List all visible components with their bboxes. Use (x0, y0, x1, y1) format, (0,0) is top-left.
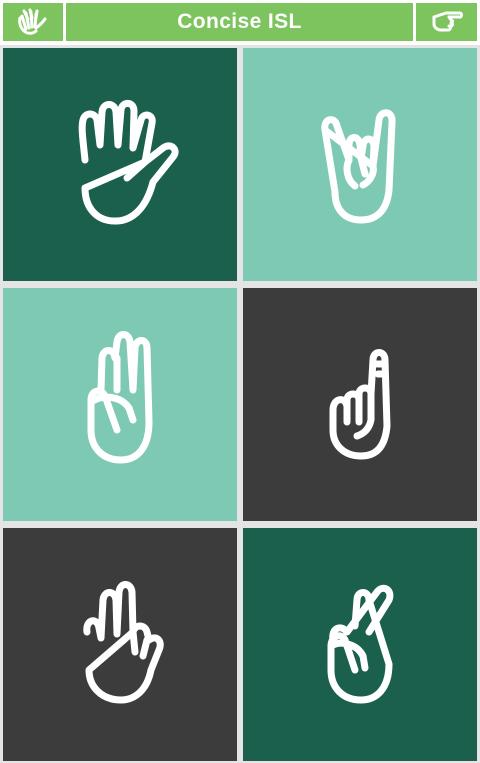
app-title-bar: Concise ISL (66, 3, 413, 41)
sign-tile-open-hand[interactable] (3, 48, 237, 281)
pinky-fist-hand-icon (329, 348, 391, 459)
pointing-hand-icon (432, 11, 463, 32)
two-fingers-hand-icon (83, 580, 164, 703)
sign-tile-pinky-up[interactable] (243, 48, 477, 281)
app-title: Concise ISL (177, 10, 302, 33)
app-screen: Concise ISL (0, 0, 480, 763)
sign-tile-pinky-fist[interactable] (243, 288, 477, 521)
sign-grid (3, 48, 477, 761)
sign-tile-three-fingers[interactable] (3, 288, 237, 521)
three-fingers-hand-icon (87, 330, 153, 463)
sign-tile-crossed-fingers[interactable] (243, 528, 477, 761)
open-hand-icon (78, 99, 179, 224)
pointing-hand-button[interactable] (416, 3, 477, 41)
hands-menu-button[interactable] (3, 3, 63, 41)
crossed-fingers-hand-icon (327, 584, 394, 703)
pinky-up-hand-icon (321, 108, 396, 223)
sign-tile-two-fingers[interactable] (3, 528, 237, 761)
top-bar: Concise ISL (0, 0, 480, 45)
hands-icon (18, 8, 47, 35)
